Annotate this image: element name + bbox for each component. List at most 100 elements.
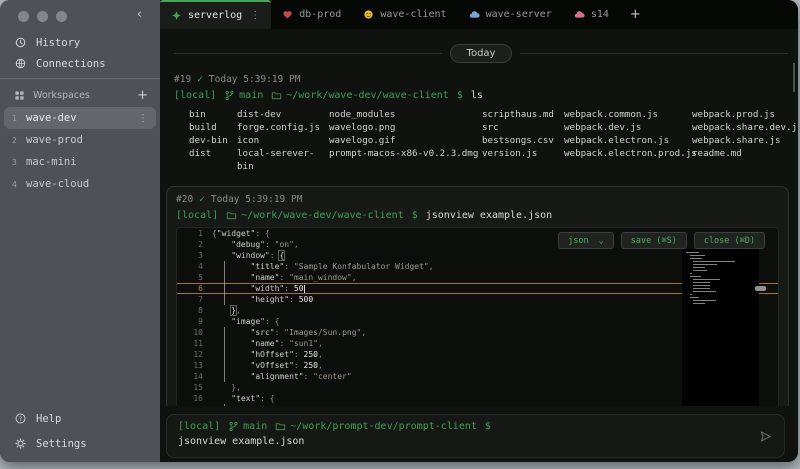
workspace-number: 2 xyxy=(12,136,26,145)
line-number: 12 xyxy=(177,349,212,360)
workspace-item-wave-prod[interactable]: 2wave-prod xyxy=(4,129,156,151)
tab-serverlog[interactable]: serverlog⋮ xyxy=(160,0,271,29)
send-icon[interactable] xyxy=(758,429,773,444)
workspace-number: 3 xyxy=(12,158,26,167)
workspace-number: 1 xyxy=(12,114,26,123)
ls-file: build xyxy=(189,121,237,134)
terminal-scrollback: Today #19 ✓ Today 5:39:19 PM [local] mai… xyxy=(160,29,798,406)
ls-file: src xyxy=(482,121,564,134)
tab-wave-client[interactable]: wave-client xyxy=(352,0,457,29)
tab-menu-icon[interactable]: ⋮ xyxy=(250,10,260,21)
minimap-line xyxy=(693,291,716,292)
sidebar-footer: ? Help Settings xyxy=(14,406,152,456)
sidebar-item-label: Connections xyxy=(36,58,106,70)
close-window-button[interactable] xyxy=(18,11,29,22)
workspace-label: wave-dev xyxy=(26,112,138,124)
git-branch-icon xyxy=(224,90,235,101)
scrollbar[interactable] xyxy=(793,63,795,92)
line-number: 11 xyxy=(177,338,212,349)
sidebar-nav: History Connections xyxy=(14,32,152,74)
prompt-cwd: ~/work/wave-dev/wave-client xyxy=(241,210,404,221)
minimap-line xyxy=(693,285,710,286)
workspaces-list: 1wave-dev⋮2wave-prod3mac-mini4wave-cloud xyxy=(4,107,156,195)
sidebar-item-help[interactable]: ? Help xyxy=(14,406,152,431)
mode-select-value: json xyxy=(568,236,588,246)
json-editor[interactable]: json ⌄ save (⌘S) close (⌘D) 1{"widget": … xyxy=(176,227,779,406)
tab-bar: serverlog⋮ db-prod wave-client wave-server s… xyxy=(160,0,798,29)
ls-file: version.js xyxy=(482,147,564,173)
workspace-item-wave-dev[interactable]: 1wave-dev⋮ xyxy=(4,107,156,129)
history-icon xyxy=(14,36,27,49)
new-tab-button[interactable]: + xyxy=(620,0,651,29)
command-input-box[interactable]: [local] main ~/work/prompt-dev/prompt-cl… xyxy=(166,414,785,458)
globe-icon xyxy=(14,57,27,70)
ls-file: prompt-macos-x86-v0.2.3.dmg xyxy=(329,147,482,173)
workspace-label: mac-mini xyxy=(26,156,148,168)
editor-scrollbar-handle[interactable] xyxy=(755,286,766,291)
ls-file: wavelogo.gif xyxy=(329,134,482,147)
workspaces-label: Workspaces xyxy=(33,90,129,101)
line-number: 2 xyxy=(177,239,212,250)
sidebar-collapse-button[interactable]: ‹ xyxy=(137,7,142,22)
editor-toolbar: json ⌄ save (⌘S) close (⌘D) xyxy=(558,232,765,249)
minimap-line xyxy=(690,294,692,295)
sidebar-item-label: Settings xyxy=(36,438,87,450)
command-19-header: #19 ✓ Today 5:39:19 PM xyxy=(174,74,798,85)
tab-label: db-prod xyxy=(299,9,341,20)
ls-file: node_modules xyxy=(329,108,482,121)
minimap[interactable] xyxy=(682,249,759,406)
prompt-branch: main xyxy=(243,421,267,432)
zoom-window-button[interactable] xyxy=(56,11,67,22)
save-button[interactable]: save (⌘S) xyxy=(621,232,687,249)
folder-icon xyxy=(226,210,237,221)
cloud-icon xyxy=(469,9,480,20)
workspace-item-mac-mini[interactable]: 3mac-mini xyxy=(4,151,156,173)
line-number: 3 xyxy=(177,250,212,261)
ls-file: webpack.share.dev.js xyxy=(692,121,798,134)
add-workspace-button[interactable]: + xyxy=(137,89,148,102)
command-block-19[interactable]: #19 ✓ Today 5:39:19 PM [local] main ~/wo… xyxy=(174,74,798,173)
sparkle-icon xyxy=(171,10,182,21)
ls-file: dev-bin xyxy=(189,134,237,147)
sidebar-item-history[interactable]: History xyxy=(14,32,152,53)
tab-db-prod[interactable]: db-prod xyxy=(271,0,352,29)
screen: ‹ History Connections Workspaces + 1wave… xyxy=(0,0,800,469)
sidebar-item-settings[interactable]: Settings xyxy=(14,431,152,456)
command-number: #20 xyxy=(176,194,193,205)
command-block-20[interactable]: #20 ✓ Today 5:39:19 PM [local] ~/work/wa… xyxy=(166,186,789,406)
minimap-line xyxy=(693,264,717,265)
tab-s14[interactable]: s14 xyxy=(563,0,620,29)
minimize-window-button[interactable] xyxy=(37,11,48,22)
gear-icon xyxy=(14,437,27,450)
close-button[interactable]: close (⌘D) xyxy=(694,232,765,249)
ls-file: webpack.dev.js xyxy=(564,121,692,134)
heart-icon xyxy=(282,9,293,20)
mode-select[interactable]: json ⌄ xyxy=(558,232,614,249)
line-number: 8 xyxy=(177,305,212,316)
tab-wave-server[interactable]: wave-server xyxy=(458,0,563,29)
chevron-down-icon: ⌄ xyxy=(599,236,604,246)
command-20-prompt: [local] ~/work/wave-dev/wave-client $ js… xyxy=(176,210,779,221)
prompt-host: [local] xyxy=(176,210,218,221)
folder-icon xyxy=(275,421,286,432)
traffic-lights xyxy=(18,11,67,22)
prompt-host: [local] xyxy=(174,90,216,101)
sidebar-item-connections[interactable]: Connections xyxy=(14,53,152,74)
command-timestamp: Today 5:39:19 PM xyxy=(211,194,303,205)
workspace-label: wave-cloud xyxy=(26,178,148,190)
command-input-value[interactable]: jsonview example.json xyxy=(178,436,750,447)
workspace-item-wave-cloud[interactable]: 4wave-cloud xyxy=(4,173,156,195)
line-number: 7 xyxy=(177,294,212,305)
kebab-menu-icon[interactable]: ⋮ xyxy=(138,113,148,124)
ls-file: webpack.electron.prod.js xyxy=(564,147,692,173)
prompt-symbol: $ xyxy=(485,421,491,432)
sidebar-item-label: Help xyxy=(36,413,61,425)
line-number: 16 xyxy=(177,393,212,404)
success-check-icon: ✓ xyxy=(197,74,203,85)
text-cursor xyxy=(304,285,306,293)
success-check-icon: ✓ xyxy=(199,194,205,205)
tab-label: wave-server xyxy=(486,9,552,20)
indent-guide xyxy=(224,327,225,382)
minimap-line xyxy=(693,300,716,301)
minimap-line xyxy=(693,279,719,280)
